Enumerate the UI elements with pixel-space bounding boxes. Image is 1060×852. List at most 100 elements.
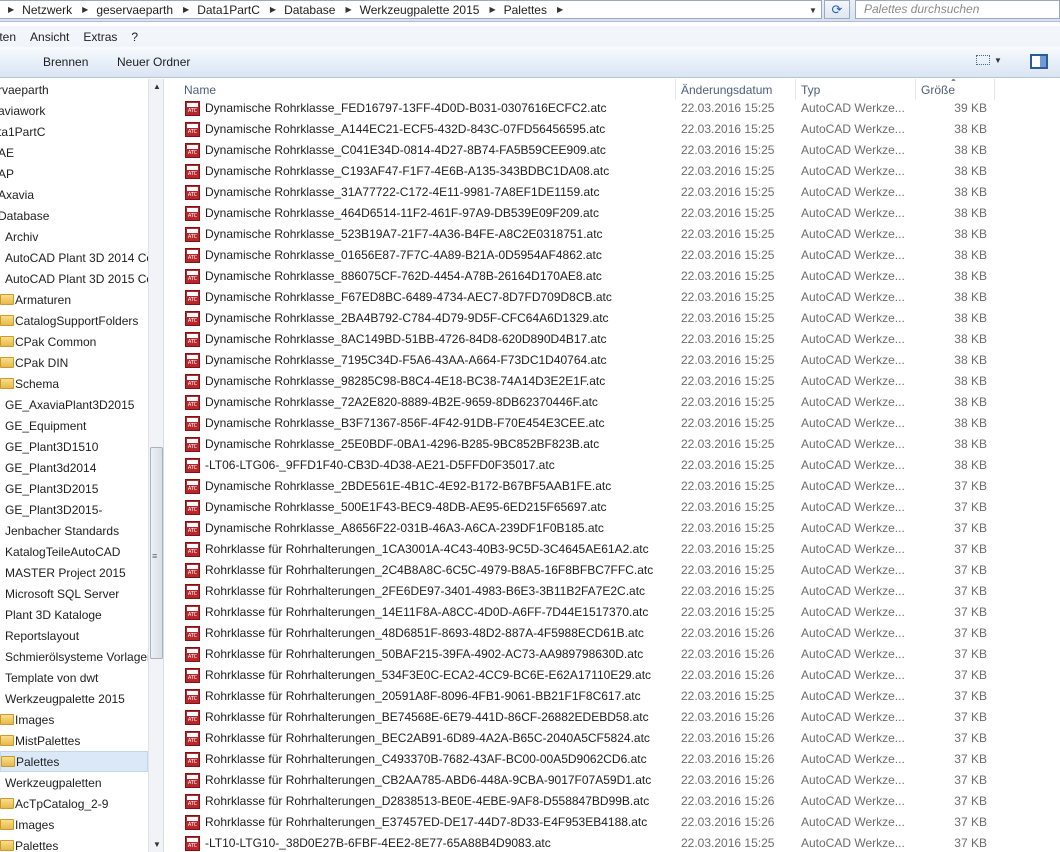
nav-tree-item[interactable]: Images <box>0 814 148 835</box>
file-row[interactable]: Dynamische Rohrklasse_886075CF-762D-4454… <box>165 266 1060 287</box>
file-row[interactable]: Rohrklasse für Rohrhalterungen_C493370B-… <box>165 749 1060 770</box>
file-row[interactable]: Dynamische Rohrklasse_2BDE561E-4B1C-4E92… <box>165 476 1060 497</box>
file-row[interactable]: Rohrklasse für Rohrhalterungen_D2838513-… <box>165 791 1060 812</box>
nav-tree-item[interactable]: MistPalettes <box>0 730 148 751</box>
nav-tree-item[interactable]: AE <box>0 142 148 163</box>
nav-tree-item[interactable]: AutoCAD Plant 3D 2015 Co <box>0 268 148 289</box>
column-type[interactable]: Typ <box>798 79 820 100</box>
column-date[interactable]: Änderungsdatum <box>678 79 772 100</box>
change-view-button[interactable]: ▼ <box>976 55 1010 69</box>
file-row[interactable]: Rohrklasse für Rohrhalterungen_534F3E0C-… <box>165 665 1060 686</box>
file-row[interactable]: Rohrklasse für Rohrhalterungen_BEC2AB91-… <box>165 728 1060 749</box>
file-row[interactable]: Dynamische Rohrklasse_FED16797-13FF-4D0D… <box>165 98 1060 119</box>
menu-item-extras[interactable]: Extras <box>76 30 124 44</box>
nav-tree-item[interactable]: AutoCAD Plant 3D 2014 Co <box>0 247 148 268</box>
file-row[interactable]: Dynamische Rohrklasse_98285C98-B8C4-4E18… <box>165 371 1060 392</box>
nav-tree-item[interactable]: Palettes <box>0 751 148 772</box>
nav-tree-item[interactable]: CPak DIN <box>0 352 148 373</box>
file-row[interactable]: Dynamische Rohrklasse_523B19A7-21F7-4A36… <box>165 224 1060 245</box>
file-row[interactable]: Dynamische Rohrklasse_A8656F22-031B-46A3… <box>165 518 1060 539</box>
new-folder-button[interactable]: Neuer Ordner <box>117 55 190 69</box>
file-row[interactable]: Dynamische Rohrklasse_8AC149BD-51BB-4726… <box>165 329 1060 350</box>
chevron-right-icon[interactable]: ▶ <box>489 5 495 14</box>
breadcrumb-item[interactable]: Palettes ▶ <box>500 0 568 19</box>
file-row[interactable]: Dynamische Rohrklasse_2BA4B792-C784-4D79… <box>165 308 1060 329</box>
nav-tree-item[interactable]: GE_Plant3D1510 <box>0 436 148 457</box>
nav-tree-item[interactable]: Jenbacher Standards <box>0 520 148 541</box>
nav-tree-item[interactable]: CatalogSupportFolders <box>0 310 148 331</box>
column-name[interactable]: Name <box>181 79 216 100</box>
file-row[interactable]: Rohrklasse für Rohrhalterungen_20591A8F-… <box>165 686 1060 707</box>
file-row[interactable]: Rohrklasse für Rohrhalterungen_2FE6DE97-… <box>165 581 1060 602</box>
file-row[interactable]: Rohrklasse für Rohrhalterungen_14E11F8A-… <box>165 602 1060 623</box>
nav-tree-item[interactable]: Database <box>0 205 148 226</box>
nav-tree-item[interactable]: GE_Plant3D2015- <box>0 499 148 520</box>
address-history-dropdown[interactable]: ▼ <box>805 1 821 20</box>
breadcrumb-item[interactable]: geservaeparth ▶ <box>92 0 193 19</box>
chevron-right-icon[interactable]: ▶ <box>345 5 351 14</box>
file-row[interactable]: Dynamische Rohrklasse_25E0BDF-0BA1-4296-… <box>165 434 1060 455</box>
breadcrumb-item[interactable]: Netzwerk ▶ <box>18 0 92 19</box>
preview-pane-button[interactable] <box>1030 54 1048 69</box>
file-row[interactable]: Dynamische Rohrklasse_500E1F43-BEC9-48DB… <box>165 497 1060 518</box>
nav-tree-item[interactable]: aviawork <box>0 100 148 121</box>
nav-tree-item[interactable]: CPak Common <box>0 331 148 352</box>
file-row[interactable]: Dynamische Rohrklasse_C193AF47-F1F7-4E6B… <box>165 161 1060 182</box>
search-input[interactable]: Palettes durchsuchen <box>855 0 1060 19</box>
nav-tree-item[interactable]: AP <box>0 163 148 184</box>
file-row[interactable]: Dynamische Rohrklasse_01656E87-7F7C-4A89… <box>165 245 1060 266</box>
refresh-button[interactable]: ⟳ <box>824 0 850 19</box>
nav-tree-item[interactable]: Schema <box>0 373 148 394</box>
nav-tree-item[interactable]: Images <box>0 709 148 730</box>
burn-button[interactable]: Brennen <box>43 55 88 69</box>
nav-tree-item[interactable]: Werkzeugpalette 2015 <box>0 688 148 709</box>
nav-tree-item[interactable]: MASTER Project 2015 <box>0 562 148 583</box>
file-row[interactable]: Rohrklasse für Rohrhalterungen_CB2AA785-… <box>165 770 1060 791</box>
nav-tree-item[interactable]: ta1PartC <box>0 121 148 142</box>
file-row[interactable]: Dynamische Rohrklasse_31A77722-C172-4E11… <box>165 182 1060 203</box>
file-row[interactable]: -LT06-LTG06-_9FFD1F40-CB3D-4D38-AE21-D5F… <box>165 455 1060 476</box>
menu-item-help[interactable]: ? <box>124 30 145 44</box>
breadcrumb[interactable]: ▶ Netzwerk ▶ geservaeparth ▶ Data1PartC ▶ D… <box>0 0 822 19</box>
column-divider[interactable] <box>994 79 995 100</box>
nav-tree-item[interactable]: Microsoft SQL Server <box>0 583 148 604</box>
scroll-up-icon[interactable]: ▲ <box>153 82 161 91</box>
nav-tree-item[interactable]: GE_Plant3d2014 <box>0 457 148 478</box>
column-divider[interactable] <box>795 79 796 100</box>
file-row[interactable]: Dynamische Rohrklasse_A144EC21-ECF5-432D… <box>165 119 1060 140</box>
file-row[interactable]: Dynamische Rohrklasse_7195C34D-F5A6-43AA… <box>165 350 1060 371</box>
nav-tree-item[interactable]: rvaeparth <box>0 79 148 100</box>
scroll-down-icon[interactable]: ▼ <box>153 840 161 849</box>
nav-tree-item[interactable]: Werkzeugpaletten <box>0 772 148 793</box>
file-row[interactable]: Rohrklasse für Rohrhalterungen_E37457ED-… <box>165 812 1060 833</box>
nav-tree-item[interactable]: Armaturen <box>0 289 148 310</box>
nav-tree-item[interactable]: Plant 3D Kataloge <box>0 604 148 625</box>
file-row[interactable]: Dynamische Rohrklasse_464D6514-11F2-461F… <box>165 203 1060 224</box>
nav-tree-item[interactable]: KatalogTeileAutoCAD <box>0 541 148 562</box>
file-row[interactable]: Rohrklasse für Rohrhalterungen_BE74568E-… <box>165 707 1060 728</box>
column-divider[interactable] <box>915 79 916 100</box>
chevron-right-icon[interactable]: ▶ <box>270 5 276 14</box>
chevron-right-icon[interactable]: ▶ <box>557 5 563 14</box>
file-row[interactable]: Rohrklasse für Rohrhalterungen_2C4B8A8C-… <box>165 560 1060 581</box>
nav-tree-item[interactable]: GE_AxaviaPlant3D2015 <box>0 394 148 415</box>
file-row[interactable]: Rohrklasse für Rohrhalterungen_1CA3001A-… <box>165 539 1060 560</box>
file-row[interactable]: Dynamische Rohrklasse_C041E34D-0814-4D27… <box>165 140 1060 161</box>
column-divider[interactable] <box>675 79 676 100</box>
nav-tree-item[interactable]: AcTpCatalog_2-9 <box>0 793 148 814</box>
menu-item-bearbeiten[interactable]: eiten <box>0 30 23 44</box>
file-row[interactable]: Dynamische Rohrklasse_B3F71367-856F-4F42… <box>165 413 1060 434</box>
nav-tree-item[interactable]: GE_Plant3D2015 <box>0 478 148 499</box>
breadcrumb-item[interactable]: Database ▶ <box>280 0 356 19</box>
file-row[interactable]: Dynamische Rohrklasse_F67ED8BC-6489-4734… <box>165 287 1060 308</box>
file-row[interactable]: Rohrklasse für Rohrhalterungen_48D6851F-… <box>165 623 1060 644</box>
chevron-right-icon[interactable]: ▶ <box>82 5 88 14</box>
nav-scrollbar[interactable]: ▲ ≡ ▼ <box>148 79 163 852</box>
breadcrumb-item[interactable]: Werkzeugpalette 2015 ▶ <box>356 0 500 19</box>
nav-tree-item[interactable]: Schmierölsysteme Vorlagen <box>0 646 148 667</box>
nav-tree-item[interactable]: Archiv <box>0 226 148 247</box>
menu-item-ansicht[interactable]: Ansicht <box>23 30 76 44</box>
file-row[interactable]: -LT10-LTG10-_38D0E27B-6FBF-4EE2-8E77-65A… <box>165 833 1060 852</box>
breadcrumb-root-chevron[interactable]: ▶ <box>0 0 18 19</box>
nav-tree-item[interactable]: Palettes <box>0 835 148 852</box>
